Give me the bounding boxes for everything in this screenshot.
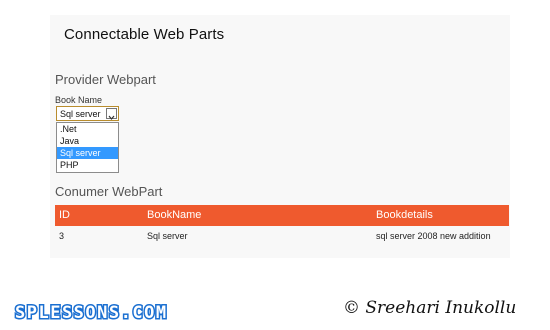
option-php[interactable]: PHP: [57, 159, 118, 171]
cell-bookname: Sql server: [147, 231, 188, 241]
book-name-label: Book Name: [55, 95, 103, 105]
option-java[interactable]: Java: [57, 135, 118, 147]
column-header-id: ID: [59, 209, 70, 221]
book-name-select-value: Sql server: [60, 109, 101, 119]
column-header-bookname: BookName: [147, 209, 202, 221]
splessons-logo-text: SPLESSONS.COM: [15, 303, 168, 321]
chevron-down-icon[interactable]: [106, 108, 117, 120]
table-row: 3 Sql server sql server 2008 new additio…: [55, 229, 509, 245]
book-name-select[interactable]: Sql server: [56, 106, 119, 121]
option-dotnet[interactable]: .Net: [57, 123, 118, 135]
option-sql-server[interactable]: Sql server: [57, 147, 118, 159]
splessons-logo: SPLESSONS.COM: [13, 302, 215, 325]
copyright-text: © Sreehari Inukollu: [343, 298, 517, 318]
splessons-logo-graphic: SPLESSONS.COM: [14, 302, 168, 325]
column-header-bookdetails: Bookdetails: [376, 209, 433, 221]
table-header: ID BookName Bookdetails: [55, 205, 509, 226]
cell-id: 3: [59, 231, 65, 241]
consumer-webpart-title: Conumer WebPart: [55, 184, 163, 199]
page-title: Connectable Web Parts: [64, 26, 225, 43]
book-name-options-list: .Net Java Sql server PHP: [56, 122, 119, 173]
cell-bookdetails: sql server 2008 new addition: [376, 231, 491, 241]
provider-webpart-title: Provider Webpart: [55, 72, 156, 87]
chevron-down-icon-glyph: [108, 115, 115, 120]
